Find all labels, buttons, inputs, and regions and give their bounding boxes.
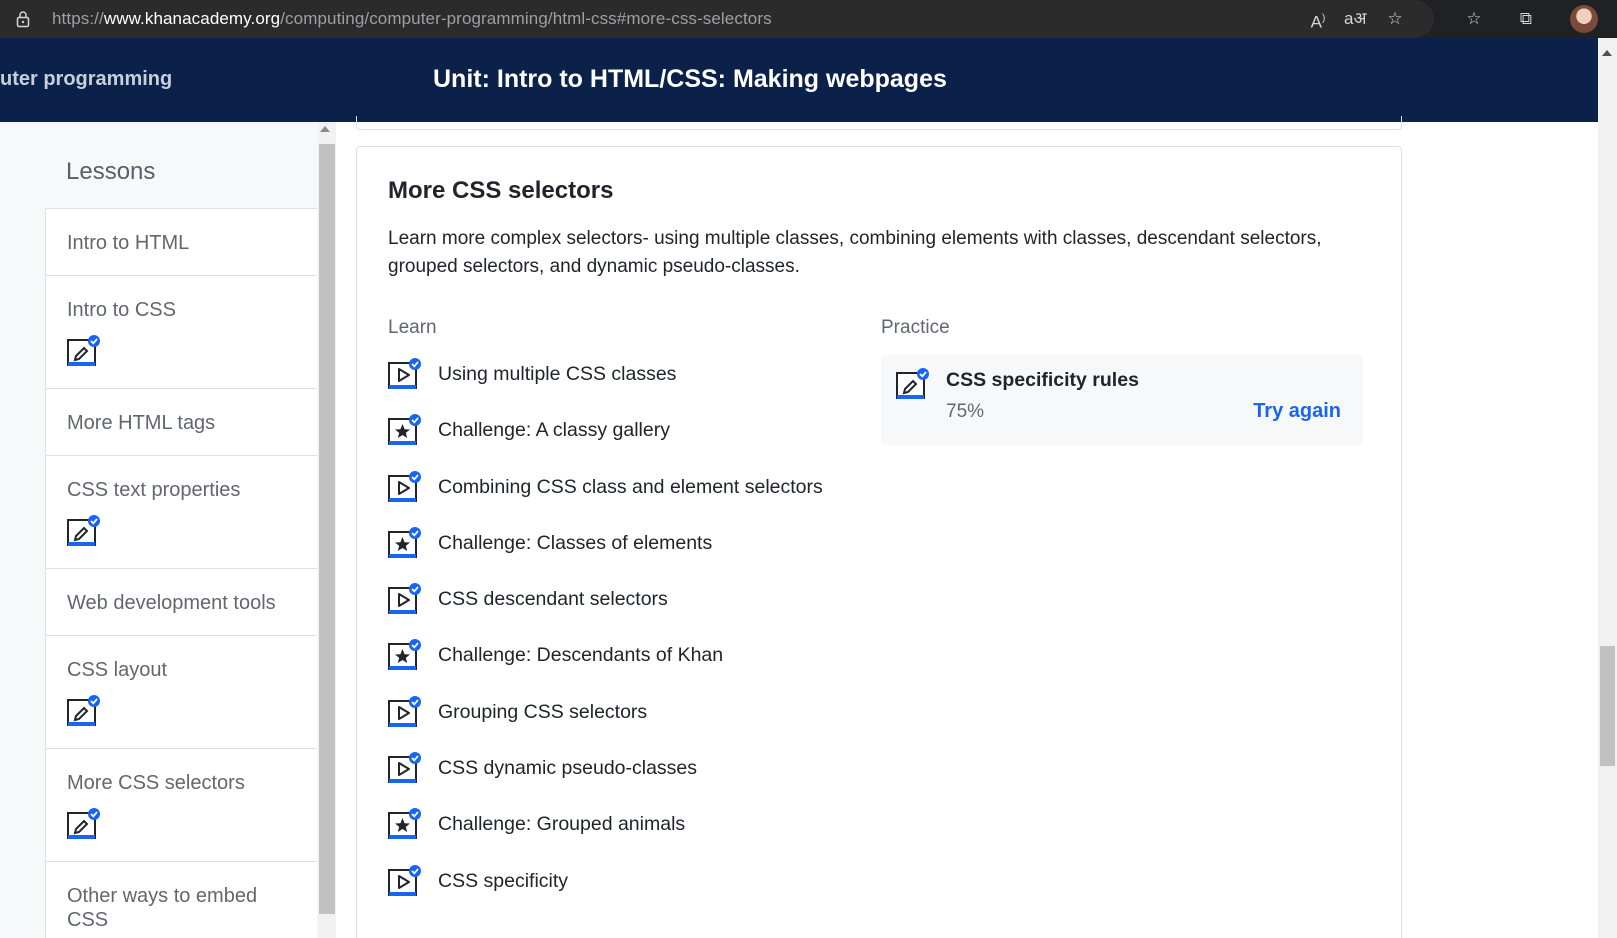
video-icon: [388, 752, 421, 784]
practice-heading: Practice: [881, 317, 950, 338]
translate-icon[interactable]: aअ: [1344, 8, 1366, 30]
sidebar-lesson-label: More HTML tags: [67, 412, 216, 434]
practice-item[interactable]: CSS specificity rules 75% Try again: [881, 355, 1363, 445]
sidebar-lesson-item[interactable]: Intro to CSS: [46, 275, 317, 388]
star-icon: [388, 808, 421, 840]
lesson-description: Learn more complex selectors- using mult…: [388, 228, 1322, 277]
learn-item-label[interactable]: Challenge: Descendants of Khan: [438, 644, 723, 667]
sidebar-lesson-item[interactable]: Web development tools: [46, 568, 317, 635]
unit-header: uter programming Unit: Intro to HTML/CSS…: [0, 38, 1598, 122]
sidebar-lesson-item[interactable]: Other ways to embed CSS: [46, 861, 317, 938]
breadcrumb[interactable]: uter programming: [0, 68, 172, 91]
page-scrollbar-thumb[interactable]: [1600, 646, 1615, 766]
star-icon: [388, 639, 421, 671]
url-bar[interactable]: https://www.khanacademy.org/computing/co…: [0, 0, 1434, 38]
video-icon: [388, 695, 421, 727]
learn-item-label[interactable]: CSS specificity: [438, 870, 568, 893]
learn-item-label[interactable]: CSS descendant selectors: [438, 588, 668, 611]
sidebar-lesson-label: More CSS selectors: [67, 772, 245, 794]
learn-item-label[interactable]: Challenge: Classes of elements: [438, 532, 712, 555]
sidebar-lesson-label: CSS layout: [67, 659, 168, 681]
sidebar-lesson-item[interactable]: CSS text properties: [46, 455, 317, 568]
sidebar-lesson-item[interactable]: More HTML tags: [46, 388, 317, 455]
sidebar-lesson-item[interactable]: Intro to HTML: [46, 208, 317, 275]
learn-item-label[interactable]: Combining CSS class and element selector…: [438, 476, 823, 499]
video-icon: [388, 864, 421, 896]
sidebar-scroll-up-icon[interactable]: [320, 126, 330, 132]
video-icon: [388, 358, 421, 389]
learn-heading: Learn: [388, 317, 437, 338]
read-aloud-icon[interactable]: A): [1307, 8, 1329, 32]
previous-lesson-card: [356, 116, 1402, 130]
star-icon: [388, 414, 421, 446]
sidebar-lesson-label: Intro to HTML: [67, 232, 190, 254]
lessons-sidebar: Lessons Intro to HTML Intro to CSS More HT…: [0, 122, 320, 938]
lesson-list: Intro to HTML Intro to CSS More HTML tags C…: [45, 208, 317, 938]
sidebar-lesson-item[interactable]: More CSS selectors: [46, 748, 317, 861]
add-favorite-icon[interactable]: ☆: [1384, 8, 1406, 30]
exercise-icon: [67, 515, 100, 546]
collections-icon[interactable]: ⧉: [1515, 8, 1537, 30]
sidebar-lesson-item[interactable]: CSS layout: [46, 635, 317, 748]
lessons-heading: Lessons: [66, 158, 156, 185]
practice-score: 75%: [946, 401, 985, 422]
sidebar-lesson-label: Other ways to embed CSS: [67, 885, 258, 931]
profile-avatar[interactable]: [1570, 5, 1598, 33]
video-icon: [388, 470, 421, 502]
sidebar-lesson-label: CSS text properties: [67, 479, 241, 501]
learn-item-label[interactable]: CSS dynamic pseudo-classes: [438, 757, 697, 780]
video-icon: [388, 583, 421, 615]
learn-item-label[interactable]: Challenge: Grouped animals: [438, 813, 685, 836]
favorites-icon[interactable]: ☆: [1463, 8, 1485, 30]
lesson-title: More CSS selectors: [388, 177, 614, 204]
learn-item-label[interactable]: Grouping CSS selectors: [438, 701, 647, 724]
sidebar-lesson-label: Intro to CSS: [67, 299, 176, 321]
learn-item-label[interactable]: Using multiple CSS classes: [438, 363, 676, 386]
sidebar-scrollbar-thumb[interactable]: [319, 144, 335, 914]
lock-icon: [16, 11, 30, 28]
page-scroll-up-icon[interactable]: [1602, 50, 1612, 56]
star-icon: [388, 526, 421, 558]
practice-title[interactable]: CSS specificity rules: [946, 369, 1139, 392]
exercise-complete-icon: [896, 368, 929, 399]
lesson-card: More CSS selectors Learn more complex se…: [356, 146, 1402, 938]
exercise-icon: [67, 808, 100, 839]
sidebar-lesson-label: Web development tools: [67, 592, 276, 614]
try-again-button[interactable]: Try again: [1253, 400, 1341, 423]
page-scrollbar[interactable]: [1598, 38, 1617, 938]
url-text[interactable]: https://www.khanacademy.org/computing/co…: [52, 9, 772, 29]
browser-address-bar: https://www.khanacademy.org/computing/co…: [0, 0, 1617, 38]
unit-title: Unit: Intro to HTML/CSS: Making webpages: [433, 65, 947, 93]
exercise-icon: [67, 695, 100, 726]
learn-item-label[interactable]: Challenge: A classy gallery: [438, 419, 670, 442]
exercise-icon: [67, 335, 100, 366]
